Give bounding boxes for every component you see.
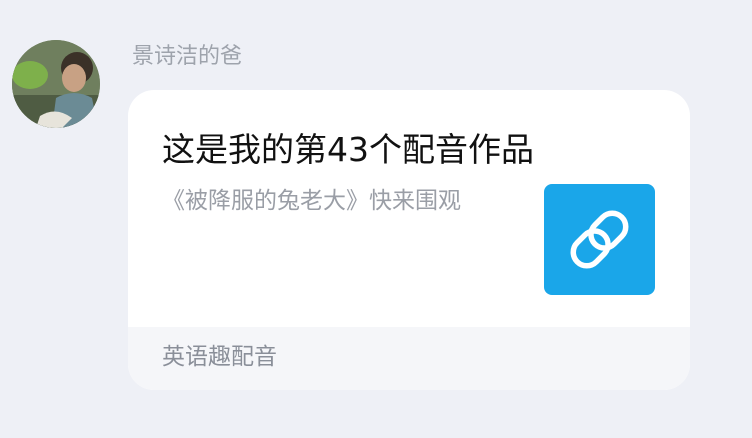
card-footer: 英语趣配音 xyxy=(128,327,690,390)
link-chain-icon xyxy=(570,210,629,269)
card-description: 《被降服的兔老大》快来围观 xyxy=(162,188,461,214)
source-app-label: 英语趣配音 xyxy=(162,344,277,370)
link-thumbnail xyxy=(544,184,655,295)
sender-name: 景诗洁的爸 xyxy=(132,44,243,69)
sender-avatar[interactable] xyxy=(12,40,100,128)
avatar-photo xyxy=(12,40,100,128)
card-title: 这是我的第43个配音作品 xyxy=(162,130,534,169)
link-share-card[interactable]: 这是我的第43个配音作品 《被降服的兔老大》快来围观 英语趣配音 xyxy=(128,90,690,390)
